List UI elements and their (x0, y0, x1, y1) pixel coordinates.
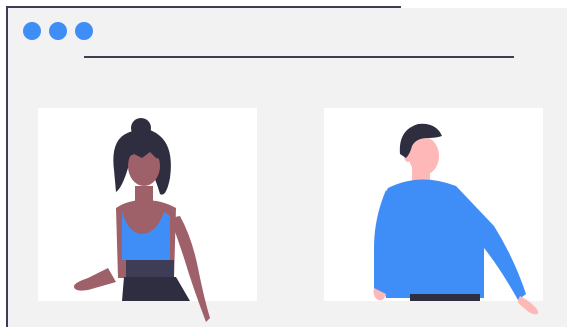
woman-left-arm (73, 268, 116, 291)
window-dot-3 (75, 22, 93, 40)
woman-pants (122, 277, 190, 301)
woman-belt (126, 260, 174, 277)
woman-illustration-icon (73, 118, 210, 322)
woman-hair-bun (131, 118, 151, 138)
woman-right-arm (170, 216, 210, 322)
window-dot-2 (49, 22, 67, 40)
video-tile-woman (38, 108, 257, 322)
man-right-hand (517, 296, 539, 315)
man-shirt (379, 179, 526, 300)
video-call-illustration (0, 0, 567, 327)
video-tile-man (324, 108, 543, 315)
man-belt (410, 294, 480, 301)
man-illustration-icon (373, 123, 539, 315)
address-bar-line (84, 56, 514, 58)
window-dot-1 (23, 22, 41, 40)
